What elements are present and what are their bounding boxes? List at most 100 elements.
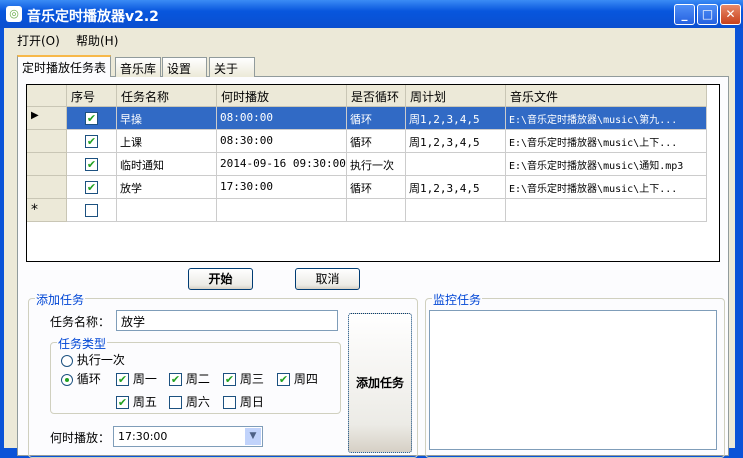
grid-cell-name[interactable]: 临时通知 (117, 153, 217, 176)
maximize-button[interactable]: □ (697, 4, 718, 25)
column-header[interactable]: 何时播放 (217, 85, 347, 107)
checkbox-box[interactable] (223, 396, 236, 409)
menu-help[interactable]: 帮助(H) (76, 32, 118, 49)
client-area: 打开(O) 帮助(H) 定时播放任务表 音乐库 设置 关于 序号 任务名称 何时播放… (4, 28, 735, 458)
row-header[interactable] (27, 176, 67, 199)
radio-loop-circle[interactable] (61, 373, 73, 386)
grid-cell-file[interactable]: E:\音乐定时播放器\music\上下... (506, 176, 707, 199)
day-checkbox-6[interactable]: 周日 (223, 393, 264, 410)
grid-cell-loop[interactable] (347, 199, 406, 222)
column-header[interactable]: 序号 (67, 85, 117, 107)
menu-open[interactable]: 打开(O) (17, 32, 60, 49)
grid-cell-time[interactable]: 2014-09-16 09:30:00 (217, 153, 347, 176)
row-checkbox-cell[interactable]: ✔ (67, 130, 117, 153)
grid-cell-time[interactable]: 08:30:00 (217, 130, 347, 153)
tab-about[interactable]: 关于 (209, 57, 255, 77)
grid-cell-loop[interactable]: 循环 (347, 130, 406, 153)
grid-cell-file[interactable]: E:\音乐定时播放器\music\上下... (506, 130, 707, 153)
add-task-group-label: 添加任务 (35, 291, 86, 308)
add-task-button[interactable]: 添加任务 (348, 313, 412, 453)
column-header[interactable]: 音乐文件 (506, 85, 707, 107)
day-label: 周六 (185, 395, 210, 409)
day-checkbox-4[interactable]: ✔ 周五 (116, 393, 157, 410)
task-grid[interactable]: 序号 任务名称 何时播放 是否循环 周计划 音乐文件 ▶ ✔ 早操 08:00:00 循环 周1,2,… (26, 84, 720, 262)
row-checkbox[interactable]: ✔ (85, 134, 98, 148)
grid-cell-loop[interactable]: 执行一次 (347, 153, 406, 176)
grid-cell-week[interactable]: 周1,2,3,4,5 (406, 176, 506, 199)
row-checkbox[interactable]: ✔ (85, 157, 98, 171)
minimize-button[interactable]: _ (674, 4, 695, 25)
play-time-value: 17:30:00 (118, 430, 168, 443)
radio-once-circle[interactable] (61, 354, 73, 367)
grid-cell-name[interactable] (117, 199, 217, 222)
row-checkbox-cell[interactable]: ✔ (67, 176, 117, 199)
column-header[interactable]: 是否循环 (347, 85, 406, 107)
radio-once[interactable]: 执行一次 (61, 351, 125, 368)
play-time-label: 何时播放： (50, 431, 111, 445)
tab-settings[interactable]: 设置 (162, 57, 207, 77)
checkbox-box[interactable]: ✔ (116, 373, 129, 386)
grid-cell-file[interactable]: E:\音乐定时播放器\music\第九... (506, 107, 707, 130)
grid-cell-loop[interactable]: 循环 (347, 107, 406, 130)
checkbox-box[interactable]: ✔ (116, 396, 129, 409)
column-header[interactable]: 任务名称 (117, 85, 217, 107)
grid-cell-week[interactable] (406, 199, 506, 222)
grid-cell-name[interactable]: 早操 (117, 107, 217, 130)
row-header-corner (27, 85, 67, 107)
day-label: 周一 (132, 372, 157, 386)
radio-loop[interactable]: 循环 (61, 370, 101, 387)
row-checkbox[interactable] (85, 203, 98, 217)
day-label: 周二 (185, 372, 210, 386)
monitor-group-label: 监控任务 (432, 291, 483, 308)
row-header[interactable]: ▶ (27, 107, 67, 130)
row-checkbox[interactable]: ✔ (85, 180, 98, 194)
grid-cell-week[interactable]: 周1,2,3,4,5 (406, 130, 506, 153)
row-header[interactable]: * (27, 199, 67, 222)
grid-cell-week[interactable]: 周1,2,3,4,5 (406, 107, 506, 130)
checkbox-box[interactable]: ✔ (277, 373, 290, 386)
day-checkbox-3[interactable]: ✔ 周四 (277, 370, 318, 387)
row-checkbox[interactable]: ✔ (85, 111, 98, 125)
day-label: 周三 (239, 372, 264, 386)
checkbox-box[interactable]: ✔ (169, 373, 182, 386)
grid-cell-loop[interactable]: 循环 (347, 176, 406, 199)
close-button[interactable]: ✕ (720, 4, 741, 25)
tab-schedule[interactable]: 定时播放任务表 (17, 55, 112, 77)
task-name-label: 任务名称： (50, 315, 111, 329)
day-checkbox-5[interactable]: 周六 (169, 393, 210, 410)
play-time-combo[interactable]: 17:30:00 ▼ (113, 426, 263, 447)
day-checkbox-1[interactable]: ✔ 周二 (169, 370, 210, 387)
row-checkbox-cell[interactable] (67, 199, 117, 222)
checkbox-box[interactable] (169, 396, 182, 409)
monitor-list[interactable] (429, 310, 717, 450)
window-title: 音乐定时播放器v2.2 (27, 9, 159, 25)
column-header[interactable]: 周计划 (406, 85, 506, 107)
row-checkbox-cell[interactable]: ✔ (67, 153, 117, 176)
row-checkbox-cell[interactable]: ✔ (67, 107, 117, 130)
grid-cell-time[interactable] (217, 199, 347, 222)
start-button[interactable]: 开始 (188, 268, 253, 290)
task-name-input[interactable]: 放学 (116, 310, 338, 331)
title-bar: ◎ 音乐定时播放器v2.2 _ □ ✕ (0, 0, 743, 28)
grid-cell-name[interactable]: 放学 (117, 176, 217, 199)
cancel-button[interactable]: 取消 (295, 268, 360, 290)
grid-cell-time[interactable]: 08:00:00 (217, 107, 347, 130)
row-header[interactable] (27, 130, 67, 153)
grid-cell-file[interactable] (506, 199, 707, 222)
day-label: 周日 (239, 395, 264, 409)
day-checkbox-0[interactable]: ✔ 周一 (116, 370, 157, 387)
grid-cell-file[interactable]: E:\音乐定时播放器\music\通知.mp3 (506, 153, 707, 176)
radio-once-label: 执行一次 (76, 353, 125, 367)
grid-cell-time[interactable]: 17:30:00 (217, 176, 347, 199)
chevron-down-icon[interactable]: ▼ (245, 428, 261, 445)
grid-cell-name[interactable]: 上课 (117, 130, 217, 153)
day-label: 周五 (132, 395, 157, 409)
radio-loop-label: 循环 (76, 372, 101, 386)
tab-music-library[interactable]: 音乐库 (115, 57, 162, 77)
task-type-label: 任务类型 (57, 335, 108, 352)
grid-cell-week[interactable] (406, 153, 506, 176)
day-label: 周四 (293, 372, 318, 386)
checkbox-box[interactable]: ✔ (223, 373, 236, 386)
day-checkbox-2[interactable]: ✔ 周三 (223, 370, 264, 387)
row-header[interactable] (27, 153, 67, 176)
